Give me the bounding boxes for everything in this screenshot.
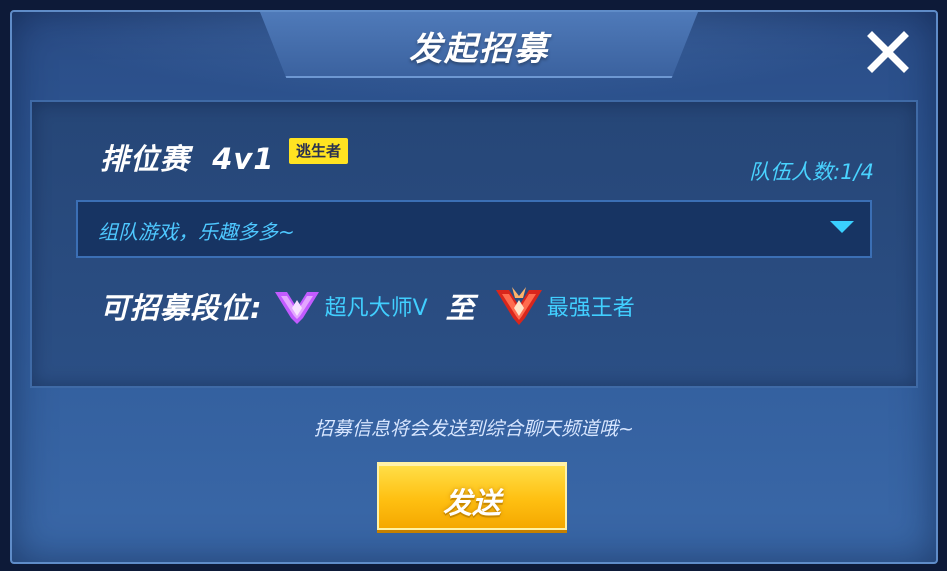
rank-king-icon — [495, 287, 542, 325]
team-count-value: 1/4 — [840, 160, 874, 184]
recruit-message: 组队游戏，乐趣多多~ — [98, 220, 295, 244]
recruit-dialog: 发起招募 排位赛 4v1 逃生者 队伍人数:1/4 组队游戏，乐趣多多~ 可招募… — [10, 10, 938, 564]
rank-to: 最强王者 — [546, 296, 635, 321]
team-count-label: 队伍人数: — [749, 160, 841, 184]
close-button[interactable] — [866, 30, 910, 74]
chevron-down-icon — [830, 221, 854, 233]
send-button[interactable]: 发送 — [377, 462, 567, 530]
mode-format: 4v1 — [212, 142, 275, 176]
rank-from: 超凡大师V — [324, 296, 428, 321]
rank-to-separator: 至 — [445, 291, 475, 325]
close-icon — [867, 31, 909, 73]
message-dropdown[interactable]: 组队游戏，乐趣多多~ — [76, 200, 872, 258]
rank-master-icon — [274, 292, 319, 324]
channel-note: 招募信息将会发送到综合聊天频道哦~ — [314, 418, 634, 440]
title-tab: 发起招募 — [260, 12, 698, 78]
game-mode: 排位赛 4v1 — [100, 136, 274, 178]
rank-range-label: 可招募段位: — [100, 291, 263, 325]
send-button-label: 发送 — [442, 486, 501, 520]
rank-range: 可招募段位: 超凡大师V 至 最强王者 — [100, 284, 635, 328]
team-count: 队伍人数:1/4 — [749, 156, 874, 186]
recruit-panel: 排位赛 4v1 逃生者 队伍人数:1/4 组队游戏，乐趣多多~ 可招募段位: 超… — [30, 100, 918, 388]
dialog-title: 发起招募 — [409, 29, 549, 68]
mode-name: 排位赛 — [100, 142, 191, 176]
role-badge: 逃生者 — [289, 138, 349, 164]
